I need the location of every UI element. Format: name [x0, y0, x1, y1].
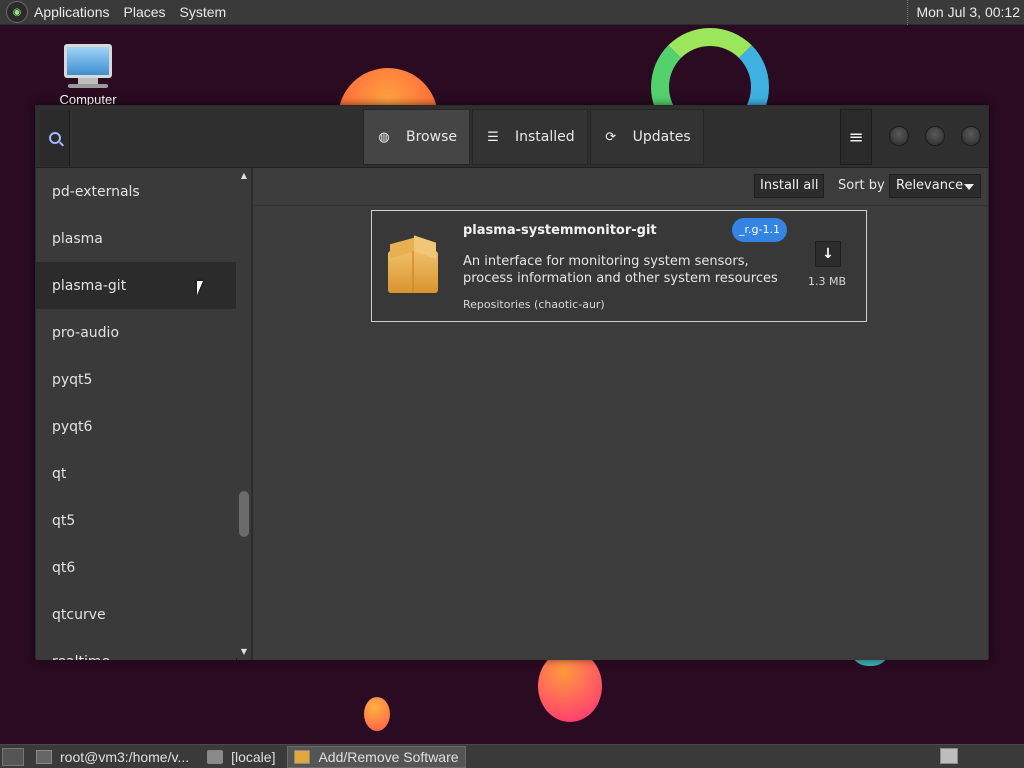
tab-label: Updates: [632, 129, 691, 145]
package-description: An interface for monitoring system senso…: [463, 254, 778, 286]
menu-places[interactable]: Places: [124, 4, 166, 20]
install-all-button[interactable]: Install all: [754, 174, 825, 198]
package-repository: Repositories (chaotic-aur): [463, 298, 605, 311]
software-window: ◍ Browse ☰ Installed ⟳ Updates ≡ pd-exte…: [35, 105, 989, 660]
sidebar-item-qt5[interactable]: qt5: [36, 497, 236, 544]
minimize-button[interactable]: [889, 126, 909, 146]
sidebar-item-pd-externals[interactable]: pd-externals: [36, 168, 236, 215]
hamburger-icon: ≡: [848, 126, 864, 148]
download-button[interactable]: ↓: [815, 241, 841, 267]
taskbar-item-terminal[interactable]: root@vm3:/home/v...: [30, 746, 195, 768]
maximize-button[interactable]: [925, 126, 945, 146]
desktop-icon-computer[interactable]: Computer: [52, 44, 124, 107]
sidebar-item-plasma-git[interactable]: plasma-git: [36, 262, 236, 309]
bottom-panel: root@vm3:/home/v... [locale] Add/Remove …: [0, 744, 1024, 768]
search-button[interactable]: [40, 110, 70, 166]
package-box-icon: [388, 235, 440, 293]
folder-icon: [207, 749, 224, 764]
menu-system[interactable]: System: [180, 4, 227, 20]
sort-by-label: Sort by: [838, 178, 885, 193]
sidebar-item-qt6[interactable]: qt6: [36, 544, 236, 591]
close-button[interactable]: [961, 126, 981, 146]
scroll-up-arrow-icon[interactable]: ▲: [237, 170, 251, 182]
package-size: 1.3 MB: [808, 275, 847, 288]
sidebar-item-pyqt5[interactable]: pyqt5: [36, 356, 236, 403]
list-toolbar: Install all Sort by Relevance: [253, 168, 988, 206]
header-bar: ◍ Browse ☰ Installed ⟳ Updates ≡: [36, 106, 988, 168]
sidebar-item-qt[interactable]: qt: [36, 450, 236, 497]
workspace-switcher[interactable]: [940, 748, 958, 764]
tab-updates[interactable]: ⟳ Updates: [589, 109, 704, 165]
sort-value: Relevance: [896, 178, 964, 193]
computer-icon: [64, 44, 112, 78]
globe-icon: ◍: [378, 129, 390, 145]
wallpaper-shape: [364, 697, 390, 731]
sidebar-item-realtime[interactable]: realtime: [36, 638, 236, 661]
terminal-icon: [36, 749, 52, 764]
version-badge: _r.g-1.1: [732, 218, 787, 242]
distro-logo-icon[interactable]: ◉: [6, 1, 28, 23]
category-sidebar: pd-externals plasma plasma-git pro-audio…: [36, 168, 236, 660]
package-card[interactable]: plasma-systemmonitor-git _r.g-1.1 An int…: [371, 210, 867, 322]
taskbar-item-software[interactable]: Add/Remove Software: [287, 745, 466, 768]
view-switcher: ◍ Browse ☰ Installed ⟳ Updates: [363, 109, 706, 165]
tab-installed[interactable]: ☰ Installed: [471, 109, 588, 165]
hamburger-menu-button[interactable]: ≡: [840, 109, 872, 165]
sort-dropdown[interactable]: Relevance: [889, 174, 981, 198]
scrollbar-thumb[interactable]: [239, 491, 249, 537]
package-list-pane: Install all Sort by Relevance plasma-sys…: [253, 168, 988, 660]
download-arrow-icon: ↓: [822, 246, 834, 262]
package-icon: [294, 749, 311, 764]
clock[interactable]: Mon Jul 3, 00:12: [907, 0, 1020, 25]
sidebar-item-qtcurve[interactable]: qtcurve: [36, 591, 236, 638]
sidebar-item-pro-audio[interactable]: pro-audio: [36, 309, 236, 356]
sidebar-scrollbar[interactable]: ▲ ▼: [237, 168, 251, 660]
top-panel: ◉ Applications Places System Mon Jul 3, …: [0, 0, 1024, 25]
menu-applications[interactable]: Applications: [34, 4, 110, 20]
tab-label: Installed: [514, 129, 575, 145]
taskbar-item-locale[interactable]: [locale]: [201, 746, 281, 768]
mouse-cursor-icon: [197, 281, 203, 295]
wallpaper-shape: [538, 650, 602, 722]
package-name: plasma-systemmonitor-git: [463, 223, 657, 238]
refresh-icon: ⟳: [605, 129, 617, 145]
scroll-down-arrow-icon[interactable]: ▼: [237, 646, 251, 658]
list-icon: ☰: [487, 129, 499, 145]
sidebar-item-plasma[interactable]: plasma: [36, 215, 236, 262]
tab-browse[interactable]: ◍ Browse: [363, 109, 470, 165]
search-icon: [48, 132, 61, 144]
tab-label: Browse: [406, 129, 457, 145]
show-desktop-button[interactable]: [2, 747, 24, 766]
chevron-down-icon: [964, 184, 974, 190]
sidebar-item-pyqt6[interactable]: pyqt6: [36, 403, 236, 450]
